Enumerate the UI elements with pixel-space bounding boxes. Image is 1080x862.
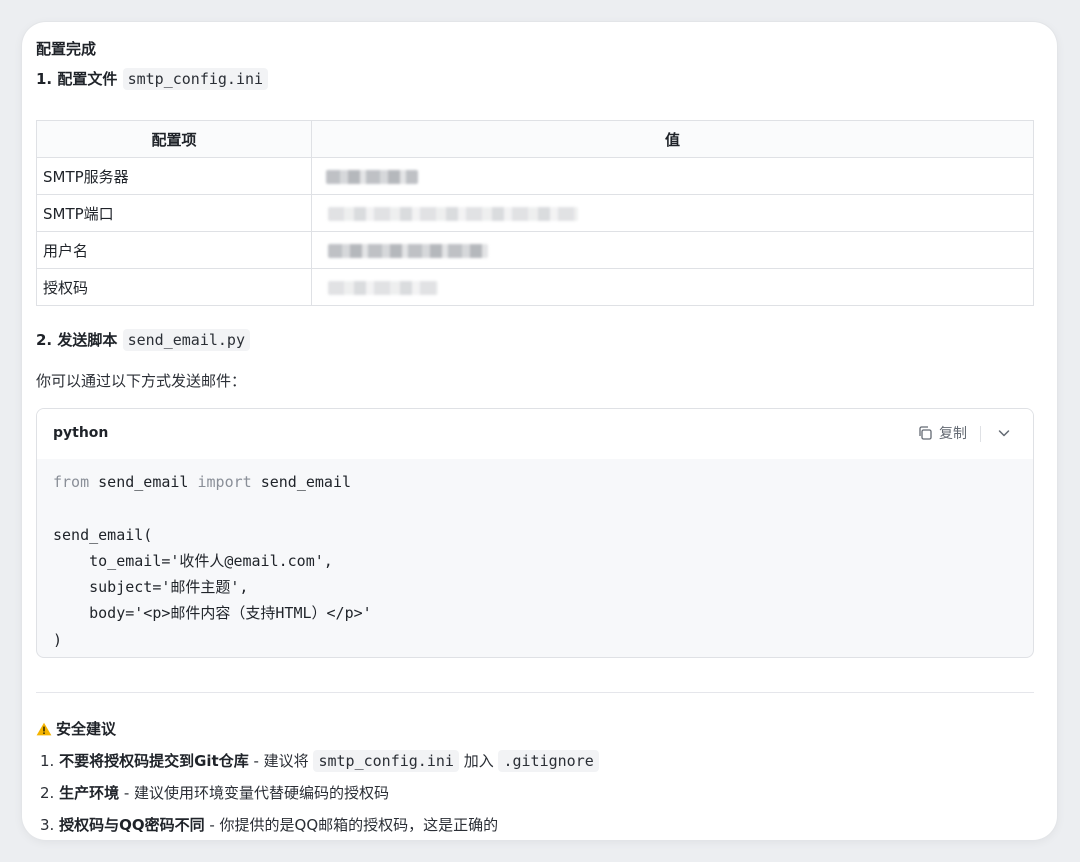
list-item: 3. 授权码与QQ密码不同 - 你提供的是QQ邮箱的授权码，这是正确的 <box>40 814 498 835</box>
code-text: send_email <box>89 473 198 491</box>
list-bold-text: 生产环境 <box>59 784 120 802</box>
table-header-key: 配置项 <box>36 120 312 158</box>
chevron-down-icon[interactable] <box>995 424 1013 442</box>
list-bold-text: 授权码与QQ密码不同 <box>59 816 205 834</box>
redacted-value <box>328 206 578 221</box>
code-header: python 复制 <box>37 409 1033 459</box>
code-line: from send_email import send_email <box>53 469 1017 495</box>
copy-label: 复制 <box>939 426 967 442</box>
security-heading: 安全建议 <box>36 718 116 739</box>
code-line: send_email( <box>53 525 153 544</box>
list-text: - 建议使用环境变量代替硬编码的授权码 <box>119 784 390 802</box>
table-cell-key: SMTP端口 <box>36 194 312 232</box>
code-block: python 复制 from send_email import send_em… <box>36 408 1034 658</box>
table-row: 授权码 <box>36 268 1034 306</box>
table-header-value: 值 <box>311 120 1034 158</box>
redacted-value <box>328 280 438 295</box>
code-line: ) <box>53 630 63 649</box>
header-separator <box>980 426 981 442</box>
table-cell-key: 授权码 <box>36 268 312 306</box>
code-language-label: python <box>53 425 109 441</box>
section-2-prefix: 2. 发送脚本 <box>36 331 118 349</box>
code-keyword: from <box>53 473 90 491</box>
table-cell-key: 用户名 <box>36 231 312 269</box>
table-cell-value-redacted <box>311 157 1034 195</box>
code-line: subject='邮件主题', <box>53 578 249 597</box>
table-cell-key: SMTP服务器 <box>36 157 312 195</box>
table-row: 用户名 <box>36 231 1034 269</box>
table-header-row: 配置项 值 <box>36 120 1034 158</box>
section-1-prefix: 1. 配置文件 <box>36 70 118 88</box>
config-filename: smtp_config.ini <box>122 68 269 90</box>
list-item: 2. 生产环境 - 建议使用环境变量代替硬编码的授权码 <box>40 782 389 803</box>
code-keyword: import <box>197 473 252 491</box>
list-text: - 你提供的是QQ邮箱的授权码，这是正确的 <box>204 816 499 834</box>
list-text: - 建议将 <box>248 752 314 770</box>
warning-icon <box>36 722 52 736</box>
code-line: to_email='收件人@email.com', <box>53 551 333 570</box>
code-line: body='<p>邮件内容（支持HTML）</p>' <box>53 604 372 623</box>
redacted-value <box>328 243 488 258</box>
inline-code: smtp_config.ini <box>313 750 459 772</box>
config-table: 配置项 值 SMTP服务器 SMTP端口 用户名 授权码 <box>36 120 1034 306</box>
list-number: 1. <box>40 752 55 770</box>
list-number: 3. <box>40 816 55 834</box>
security-title: 安全建议 <box>56 720 117 738</box>
list-bold-text: 不要将授权码提交到Git仓库 <box>59 752 249 770</box>
table-row: SMTP服务器 <box>36 157 1034 195</box>
message-content: 配置完成 1. 配置文件 smtp_config.ini 配置项 值 SMTP服… <box>36 22 1034 840</box>
section-2-heading: 2. 发送脚本 send_email.py <box>36 329 250 351</box>
table-cell-value-redacted <box>311 194 1034 232</box>
intro-text: 你可以通过以下方式发送邮件： <box>36 372 247 390</box>
table-cell-value-redacted <box>311 231 1034 269</box>
message-card: 配置完成 1. 配置文件 smtp_config.ini 配置项 值 SMTP服… <box>22 22 1057 840</box>
page-title: 配置完成 <box>36 40 97 58</box>
copy-button[interactable]: 复制 <box>917 423 967 443</box>
redacted-value <box>326 169 418 184</box>
section-1-heading: 1. 配置文件 smtp_config.ini <box>36 68 269 90</box>
list-text: 加入 <box>458 752 499 770</box>
code-text: send_email <box>251 473 352 491</box>
inline-code: .gitignore <box>498 750 599 772</box>
table-cell-value-redacted <box>311 268 1034 306</box>
code-content: from send_email import send_email send_e… <box>37 459 1033 657</box>
section-divider <box>36 692 1034 693</box>
list-number: 2. <box>40 784 55 802</box>
table-row: SMTP端口 <box>36 194 1034 232</box>
copy-icon <box>919 426 932 440</box>
script-filename: send_email.py <box>122 329 250 351</box>
list-item: 1. 不要将授权码提交到Git仓库 - 建议将 smtp_config.ini … <box>40 750 599 772</box>
